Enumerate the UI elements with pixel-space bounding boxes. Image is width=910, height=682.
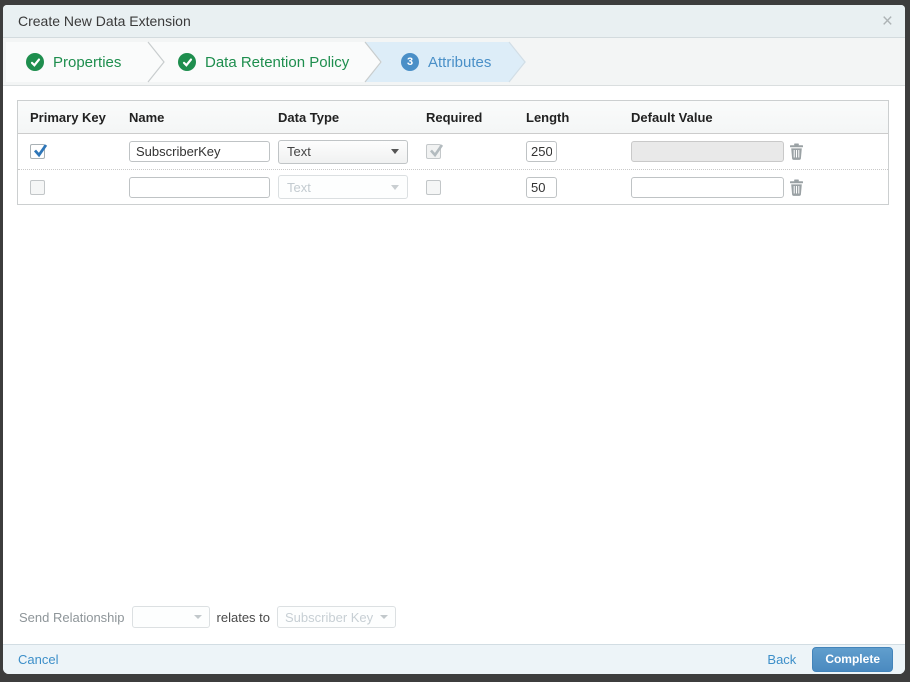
send-relationship-label: Send Relationship: [19, 609, 125, 625]
check-circle-icon: [178, 53, 196, 71]
send-relationship-row: Send Relationship relates to Subscriber …: [19, 606, 889, 628]
close-icon[interactable]: ×: [882, 12, 893, 31]
name-input[interactable]: [129, 141, 270, 162]
step-attributes[interactable]: 3 Attributes: [365, 42, 526, 82]
default-value-input: [631, 141, 784, 162]
attributes-table: Primary Key Name Data Type Required Leng…: [17, 100, 889, 205]
column-header-length: Length: [526, 110, 570, 125]
name-input[interactable]: [129, 176, 270, 198]
required-checkbox: [426, 144, 444, 159]
length-input[interactable]: [526, 141, 557, 162]
column-header-actions: [777, 101, 890, 133]
column-header-data-type: Data Type: [278, 110, 340, 125]
length-input[interactable]: [526, 176, 557, 198]
chevron-down-icon: [193, 615, 202, 619]
trash-icon: [790, 143, 803, 160]
default-value-input[interactable]: [631, 176, 784, 198]
step-properties[interactable]: Properties: [6, 42, 165, 82]
primary-key-checkbox[interactable]: [30, 144, 48, 159]
modal-footer: Cancel Back Complete: [3, 644, 905, 674]
send-relationship-target-select: Subscriber Key: [277, 606, 397, 628]
send-relationship-target-value: Subscriber Key: [285, 609, 374, 625]
trash-icon: [790, 179, 803, 196]
complete-button[interactable]: Complete: [812, 647, 893, 672]
back-link[interactable]: Back: [767, 652, 796, 667]
modal-titlebar: Create New Data Extension ×: [3, 5, 905, 38]
wizard-steps: Properties Data Retention Policy 3 Attri…: [3, 38, 905, 86]
chevron-down-icon: [380, 615, 389, 619]
attributes-table-header: Primary Key Name Data Type Required Leng…: [18, 101, 888, 134]
send-relationship-source-select: [131, 606, 210, 628]
attribute-row: Text: [18, 134, 888, 169]
relates-to-label: relates to: [216, 609, 271, 625]
required-checkbox[interactable]: [426, 179, 441, 195]
modal-body: Primary Key Name Data Type Required Leng…: [3, 86, 905, 644]
step-data-retention-policy[interactable]: Data Retention Policy: [148, 42, 382, 82]
data-type-selected-value: Text: [287, 179, 311, 195]
data-type-select[interactable]: Text: [278, 139, 408, 164]
delete-row-button[interactable]: [789, 143, 804, 160]
chevron-down-icon: [391, 149, 399, 154]
step-number-badge: 3: [401, 53, 419, 71]
attribute-row: Text: [18, 169, 888, 204]
step-properties-label: Properties: [53, 53, 122, 71]
modal-title: Create New Data Extension: [18, 13, 191, 29]
create-data-extension-modal: Create New Data Extension × Properties D…: [3, 5, 905, 674]
column-header-default-value: Default Value: [631, 110, 713, 125]
cancel-link[interactable]: Cancel: [18, 652, 58, 667]
data-type-select: Text: [278, 175, 408, 199]
primary-key-checkbox[interactable]: [30, 179, 45, 195]
data-type-selected-value: Text: [287, 144, 311, 159]
column-header-required: Required: [426, 110, 483, 125]
check-circle-icon: [26, 53, 44, 71]
step-attributes-label: Attributes: [428, 53, 492, 71]
column-header-primary-key: Primary Key: [30, 110, 106, 125]
chevron-down-icon: [391, 184, 399, 190]
step-data-retention-label: Data Retention Policy: [205, 53, 350, 71]
delete-row-button[interactable]: [789, 179, 804, 196]
column-header-name: Name: [129, 110, 165, 125]
